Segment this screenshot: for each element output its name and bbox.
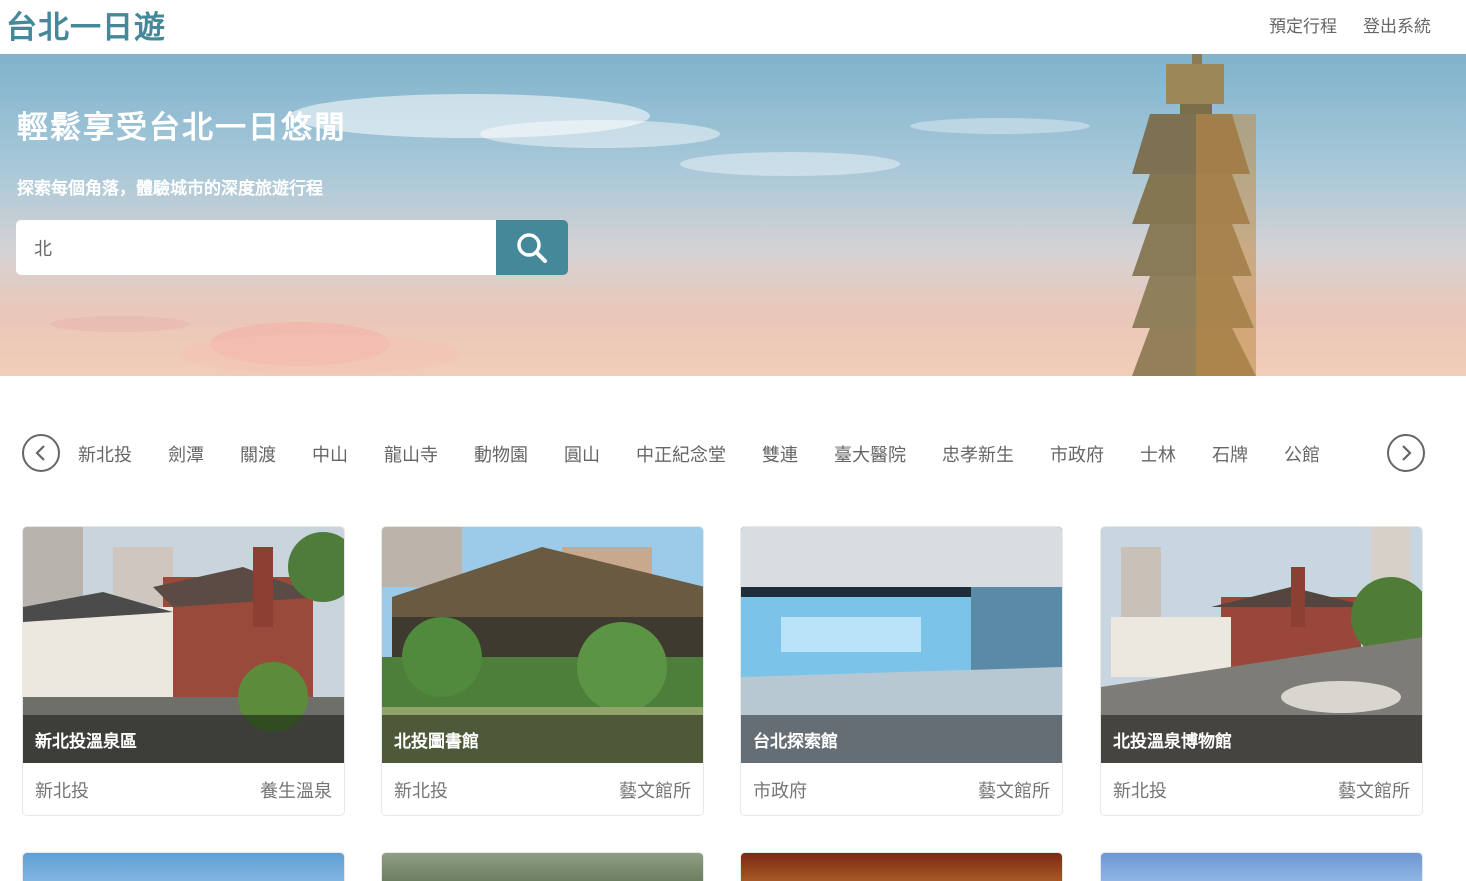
attraction-meta: 新北投 藝文館所 — [1101, 763, 1422, 815]
attraction-name: 北投圖書館 — [394, 731, 479, 752]
search-icon — [517, 232, 547, 263]
mrt-station-item[interactable]: 龍山寺 — [366, 441, 456, 467]
attraction-card[interactable]: 新北投溫泉區 新北投 養生溫泉 — [22, 526, 345, 816]
attraction-name: 北投溫泉博物館 — [1113, 731, 1232, 752]
attraction-image: 新北投溫泉區 — [23, 527, 344, 763]
nav-booking-link[interactable]: 預定行程 — [1269, 12, 1337, 37]
header-nav: 預定行程 登出系統 — [1269, 12, 1431, 37]
mrt-station-item[interactable]: 臺大醫院 — [816, 441, 924, 467]
attraction-card[interactable] — [740, 852, 1063, 881]
mrt-station-bar: 新北投 劍潭 關渡 中山 龍山寺 動物園 圓山 中正紀念堂 雙連 臺大醫院 忠孝… — [22, 434, 1425, 474]
mrt-station-item[interactable]: 關渡 — [222, 441, 294, 467]
mrt-station-item[interactable]: 石牌 — [1194, 441, 1266, 467]
mrt-station-item[interactable]: 雙連 — [744, 441, 816, 467]
attraction-meta: 市政府 藝文館所 — [741, 763, 1062, 815]
attraction-name: 新北投溫泉區 — [35, 731, 137, 752]
chevron-left-icon — [35, 445, 45, 461]
attraction-meta: 新北投 養生溫泉 — [23, 763, 344, 815]
site-logo[interactable]: 台北一日遊 — [6, 2, 166, 47]
attraction-image: 北投溫泉博物館 — [1101, 527, 1422, 763]
hero-subtitle: 探索每個角落，體驗城市的深度旅遊行程 — [17, 179, 323, 199]
attraction-meta: 新北投 藝文館所 — [382, 763, 703, 815]
mrt-station-item[interactable]: 動物園 — [456, 441, 546, 467]
attraction-category: 藝文館所 — [978, 781, 1050, 802]
mrt-station-item[interactable]: 劍潭 — [150, 441, 222, 467]
nav-logout-link[interactable]: 登出系統 — [1363, 12, 1431, 37]
attraction-image — [1101, 853, 1422, 881]
mrt-station-item[interactable]: 公館 — [1266, 441, 1338, 467]
mrt-station-item[interactable]: 中山 — [294, 441, 366, 467]
attraction-mrt: 市政府 — [753, 781, 807, 802]
mrt-station-item[interactable]: 圓山 — [546, 441, 618, 467]
mrt-station-item[interactable]: 士林 — [1122, 441, 1194, 467]
attraction-image — [382, 853, 703, 881]
attraction-image — [741, 853, 1062, 881]
attraction-category: 藝文館所 — [1338, 781, 1410, 802]
attraction-image: 台北探索館 — [741, 527, 1062, 763]
attraction-image: 北投圖書館 — [382, 527, 703, 763]
mrt-scroll-right-button[interactable] — [1387, 434, 1425, 472]
attraction-category: 藝文館所 — [619, 781, 691, 802]
attraction-card[interactable]: 北投溫泉博物館 新北投 藝文館所 — [1100, 526, 1423, 816]
attraction-card[interactable] — [1100, 852, 1423, 881]
search-input[interactable] — [16, 220, 496, 275]
chevron-right-icon — [1402, 445, 1412, 461]
attraction-image — [23, 853, 344, 881]
mrt-scroll-left-button[interactable] — [22, 434, 60, 472]
mrt-station-item[interactable]: 忠孝新生 — [924, 441, 1032, 467]
taipei-101-tower — [1132, 54, 1256, 376]
mrt-station-item[interactable]: 市政府 — [1032, 441, 1122, 467]
mrt-station-item[interactable]: 中正紀念堂 — [618, 441, 744, 467]
attraction-name: 台北探索館 — [753, 731, 838, 752]
hero-banner: 輕鬆享受台北一日悠閒 探索每個角落，體驗城市的深度旅遊行程 — [0, 54, 1466, 376]
attraction-card[interactable]: 北投圖書館 新北投 藝文館所 — [381, 526, 704, 816]
hero-title: 輕鬆享受台北一日悠閒 — [17, 110, 347, 146]
attraction-search — [16, 220, 568, 275]
attraction-card[interactable] — [22, 852, 345, 881]
mrt-station-item[interactable]: 新北投 — [78, 441, 150, 467]
mrt-station-list: 新北投 劍潭 關渡 中山 龍山寺 動物園 圓山 中正紀念堂 雙連 臺大醫院 忠孝… — [78, 434, 1386, 474]
attraction-card[interactable] — [381, 852, 704, 881]
attraction-card[interactable]: 台北探索館 市政府 藝文館所 — [740, 526, 1063, 816]
attraction-mrt: 新北投 — [394, 781, 448, 802]
top-navigation-bar: 台北一日遊 預定行程 登出系統 — [0, 0, 1466, 54]
attraction-mrt: 新北投 — [1113, 781, 1167, 802]
search-button[interactable] — [496, 220, 568, 275]
attraction-mrt: 新北投 — [35, 781, 89, 802]
attraction-category: 養生溫泉 — [260, 781, 332, 802]
